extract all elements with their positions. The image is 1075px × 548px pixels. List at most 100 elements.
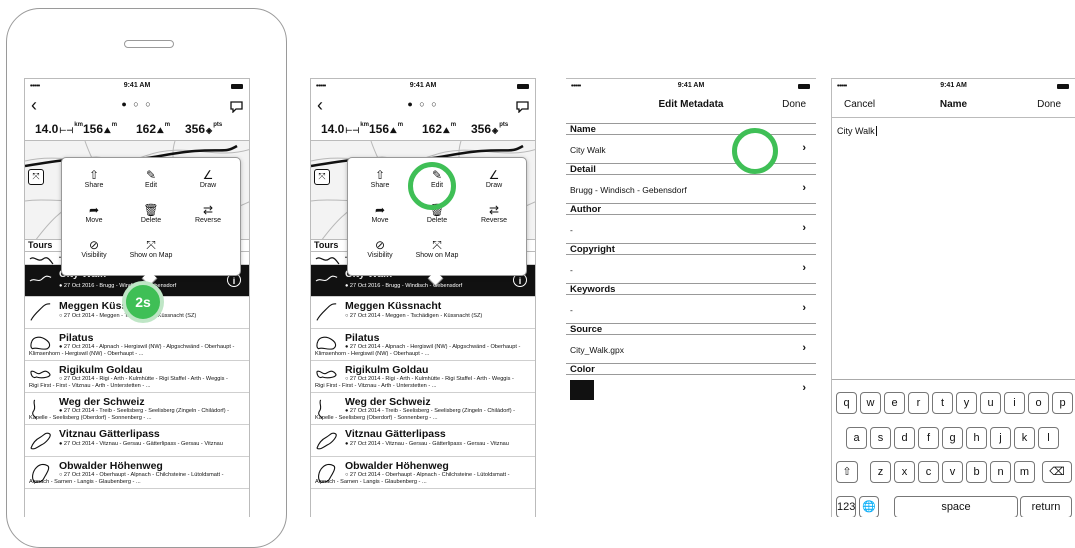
name-input[interactable]: City Walk bbox=[837, 126, 877, 136]
key-n[interactable]: n bbox=[990, 461, 1011, 483]
field-keywords[interactable]: - › bbox=[566, 295, 816, 323]
section-header-name: Name bbox=[566, 123, 816, 135]
move-icon: ➦ bbox=[88, 203, 100, 217]
draw-button[interactable]: ∠ Draw bbox=[180, 168, 236, 189]
tour-title: Pilatus bbox=[59, 332, 94, 344]
key-s[interactable]: s bbox=[870, 427, 891, 449]
stat-unit: m bbox=[111, 122, 118, 128]
key-r[interactable]: r bbox=[908, 392, 929, 414]
expand-icon: ⤧ bbox=[146, 238, 156, 252]
tour-row[interactable]: Rigikulm Goldau ○ 27 Oct 2014 - Rigi - Ar… bbox=[25, 361, 249, 393]
key-l[interactable]: l bbox=[1038, 427, 1059, 449]
fullscreen-icon[interactable]: ⤧ bbox=[28, 169, 44, 185]
points-icon: ◈ bbox=[492, 126, 499, 135]
key-z[interactable]: z bbox=[870, 461, 891, 483]
stat-unit: pts bbox=[213, 122, 223, 128]
distance-icon: ⊢⊣ bbox=[59, 126, 74, 135]
field-copyright[interactable]: - › bbox=[566, 255, 816, 283]
tour-subtitle: ○ 27 Oct 2014 - Oberhaupt - Alpnach - Ch… bbox=[315, 472, 510, 485]
done-button[interactable]: Done bbox=[782, 99, 806, 110]
show-on-map-button[interactable]: ⤧ Show on Map bbox=[409, 238, 465, 259]
done-button[interactable]: Done bbox=[1037, 99, 1061, 110]
globe-icon[interactable]: 🌐 bbox=[859, 496, 879, 517]
status-bar: ••••• 9:41 AM bbox=[832, 79, 1075, 95]
visibility-button[interactable]: ⊘ Visibility bbox=[352, 238, 408, 259]
popover-item-label: Show on Map bbox=[415, 252, 459, 259]
key-h[interactable]: h bbox=[966, 427, 987, 449]
key-p[interactable]: p bbox=[1052, 392, 1073, 414]
key-u[interactable]: u bbox=[980, 392, 1001, 414]
key-i[interactable]: i bbox=[1004, 392, 1025, 414]
section-header-keywords: Keywords bbox=[566, 283, 816, 295]
reverse-button[interactable]: ⇄ Reverse bbox=[466, 203, 522, 224]
field-detail[interactable]: Brugg - Windisch - Gebensdorf › bbox=[566, 175, 816, 203]
tour-row[interactable]: Obwalder Höhenweg ○ 27 Oct 2014 - Oberhau… bbox=[25, 457, 249, 489]
edit-button[interactable]: ✎ Edit bbox=[123, 168, 179, 189]
tour-subtitle: ● 27 Oct 2014 - Alpnach - Hergiswil (NW)… bbox=[315, 344, 521, 357]
key-o[interactable]: o bbox=[1028, 392, 1049, 414]
tour-row[interactable]: Pilatus ● 27 Oct 2014 - Alpnach - Hergisw… bbox=[25, 329, 249, 361]
tour-row[interactable]: Vitznau Gätterlipass ● 27 Oct 2014 - Vitz… bbox=[25, 425, 249, 457]
field-author[interactable]: - › bbox=[566, 215, 816, 243]
fullscreen-icon[interactable]: ⤧ bbox=[314, 169, 330, 185]
popover-item-label: Draw bbox=[199, 182, 217, 189]
tour-row[interactable]: Rigikulm Goldau ○ 27 Oct 2014 - Rigi - Ar… bbox=[311, 361, 535, 393]
visibility-button[interactable]: ⊘ Visibility bbox=[66, 238, 122, 259]
field-name[interactable]: City Walk › bbox=[566, 135, 816, 163]
field-value: - bbox=[570, 305, 573, 315]
key-y[interactable]: y bbox=[956, 392, 977, 414]
tour-row[interactable]: Vitznau Gätterlipass ● 27 Oct 2014 - Vitz… bbox=[311, 425, 535, 457]
key-g[interactable]: g bbox=[942, 427, 963, 449]
points-stat: 356◈pts bbox=[185, 122, 222, 136]
stat-value: 356 bbox=[471, 122, 492, 136]
key-x[interactable]: x bbox=[894, 461, 915, 483]
comment-icon[interactable] bbox=[230, 100, 243, 118]
stat-value: 356 bbox=[185, 122, 206, 136]
field-value: Brugg - Windisch - Gebensdorf bbox=[570, 185, 687, 195]
move-button[interactable]: ➦ Move bbox=[352, 203, 408, 224]
key-j[interactable]: j bbox=[990, 427, 1011, 449]
tour-row[interactable]: Weg der Schweiz ● 27 Oct 2014 - Treib - S… bbox=[311, 393, 535, 425]
numbers-key[interactable]: 123 bbox=[836, 496, 856, 517]
delete-button[interactable]: 🗑 Delete bbox=[123, 203, 179, 224]
key-v[interactable]: v bbox=[942, 461, 963, 483]
tour-row[interactable]: Meggen Küssnacht ○ 27 Oct 2014 - Meggen -… bbox=[311, 297, 535, 329]
tap-highlight bbox=[732, 128, 778, 174]
chevron-right-icon: › bbox=[802, 342, 806, 354]
reverse-button[interactable]: ⇄ Reverse bbox=[180, 203, 236, 224]
tour-row[interactable]: Pilatus ● 27 Oct 2014 - Alpnach - Hergisw… bbox=[311, 329, 535, 361]
key-e[interactable]: e bbox=[884, 392, 905, 414]
key-c[interactable]: c bbox=[918, 461, 939, 483]
key-w[interactable]: w bbox=[860, 392, 881, 414]
tour-screen-edit: ••••• 9:41 AM ‹ ● ○ ○ 14.0⊢⊣km 156⛰m 162⛰m 356◈… bbox=[310, 78, 536, 517]
return-key[interactable]: return bbox=[1020, 496, 1072, 517]
popover-item-label: Show on Map bbox=[129, 252, 173, 259]
share-button[interactable]: ⇧ Share bbox=[66, 168, 122, 189]
key-d[interactable]: d bbox=[894, 427, 915, 449]
key-q[interactable]: q bbox=[836, 392, 857, 414]
action-popover: ⇧ Share ✎ Edit ∠ Draw ➦ Move 🗑 Delete ⇄ Reverse ⊘ Vis… bbox=[61, 157, 241, 287]
edit-icon: ✎ bbox=[145, 168, 157, 182]
key-k[interactable]: k bbox=[1014, 427, 1035, 449]
draw-button[interactable]: ∠ Draw bbox=[466, 168, 522, 189]
comment-icon[interactable] bbox=[516, 100, 529, 118]
key-t[interactable]: t bbox=[932, 392, 953, 414]
stat-unit: m bbox=[450, 122, 457, 128]
popover-item-label: Move bbox=[85, 217, 103, 224]
key-f[interactable]: f bbox=[918, 427, 939, 449]
field-color[interactable]: › bbox=[566, 375, 816, 403]
stat-value: 156 bbox=[369, 122, 390, 136]
key-a[interactable]: a bbox=[846, 427, 867, 449]
key-m[interactable]: m bbox=[1014, 461, 1035, 483]
tour-row[interactable]: Obwalder Höhenweg ○ 27 Oct 2014 - Oberhau… bbox=[311, 457, 535, 489]
tour-row[interactable]: Weg der Schweiz ● 27 Oct 2014 - Treib - S… bbox=[25, 393, 249, 425]
share-button[interactable]: ⇧ Share bbox=[352, 168, 408, 189]
space-key[interactable]: space bbox=[894, 496, 1018, 517]
show-on-map-button[interactable]: ⤧ Show on Map bbox=[123, 238, 179, 259]
section-header-copyright: Copyright bbox=[566, 243, 816, 255]
field-source[interactable]: City_Walk.gpx › bbox=[566, 335, 816, 363]
move-button[interactable]: ➦ Move bbox=[66, 203, 122, 224]
backspace-key[interactable]: ⌫ bbox=[1042, 461, 1072, 483]
shift-key[interactable]: ⇧ bbox=[836, 461, 858, 483]
key-b[interactable]: b bbox=[966, 461, 987, 483]
